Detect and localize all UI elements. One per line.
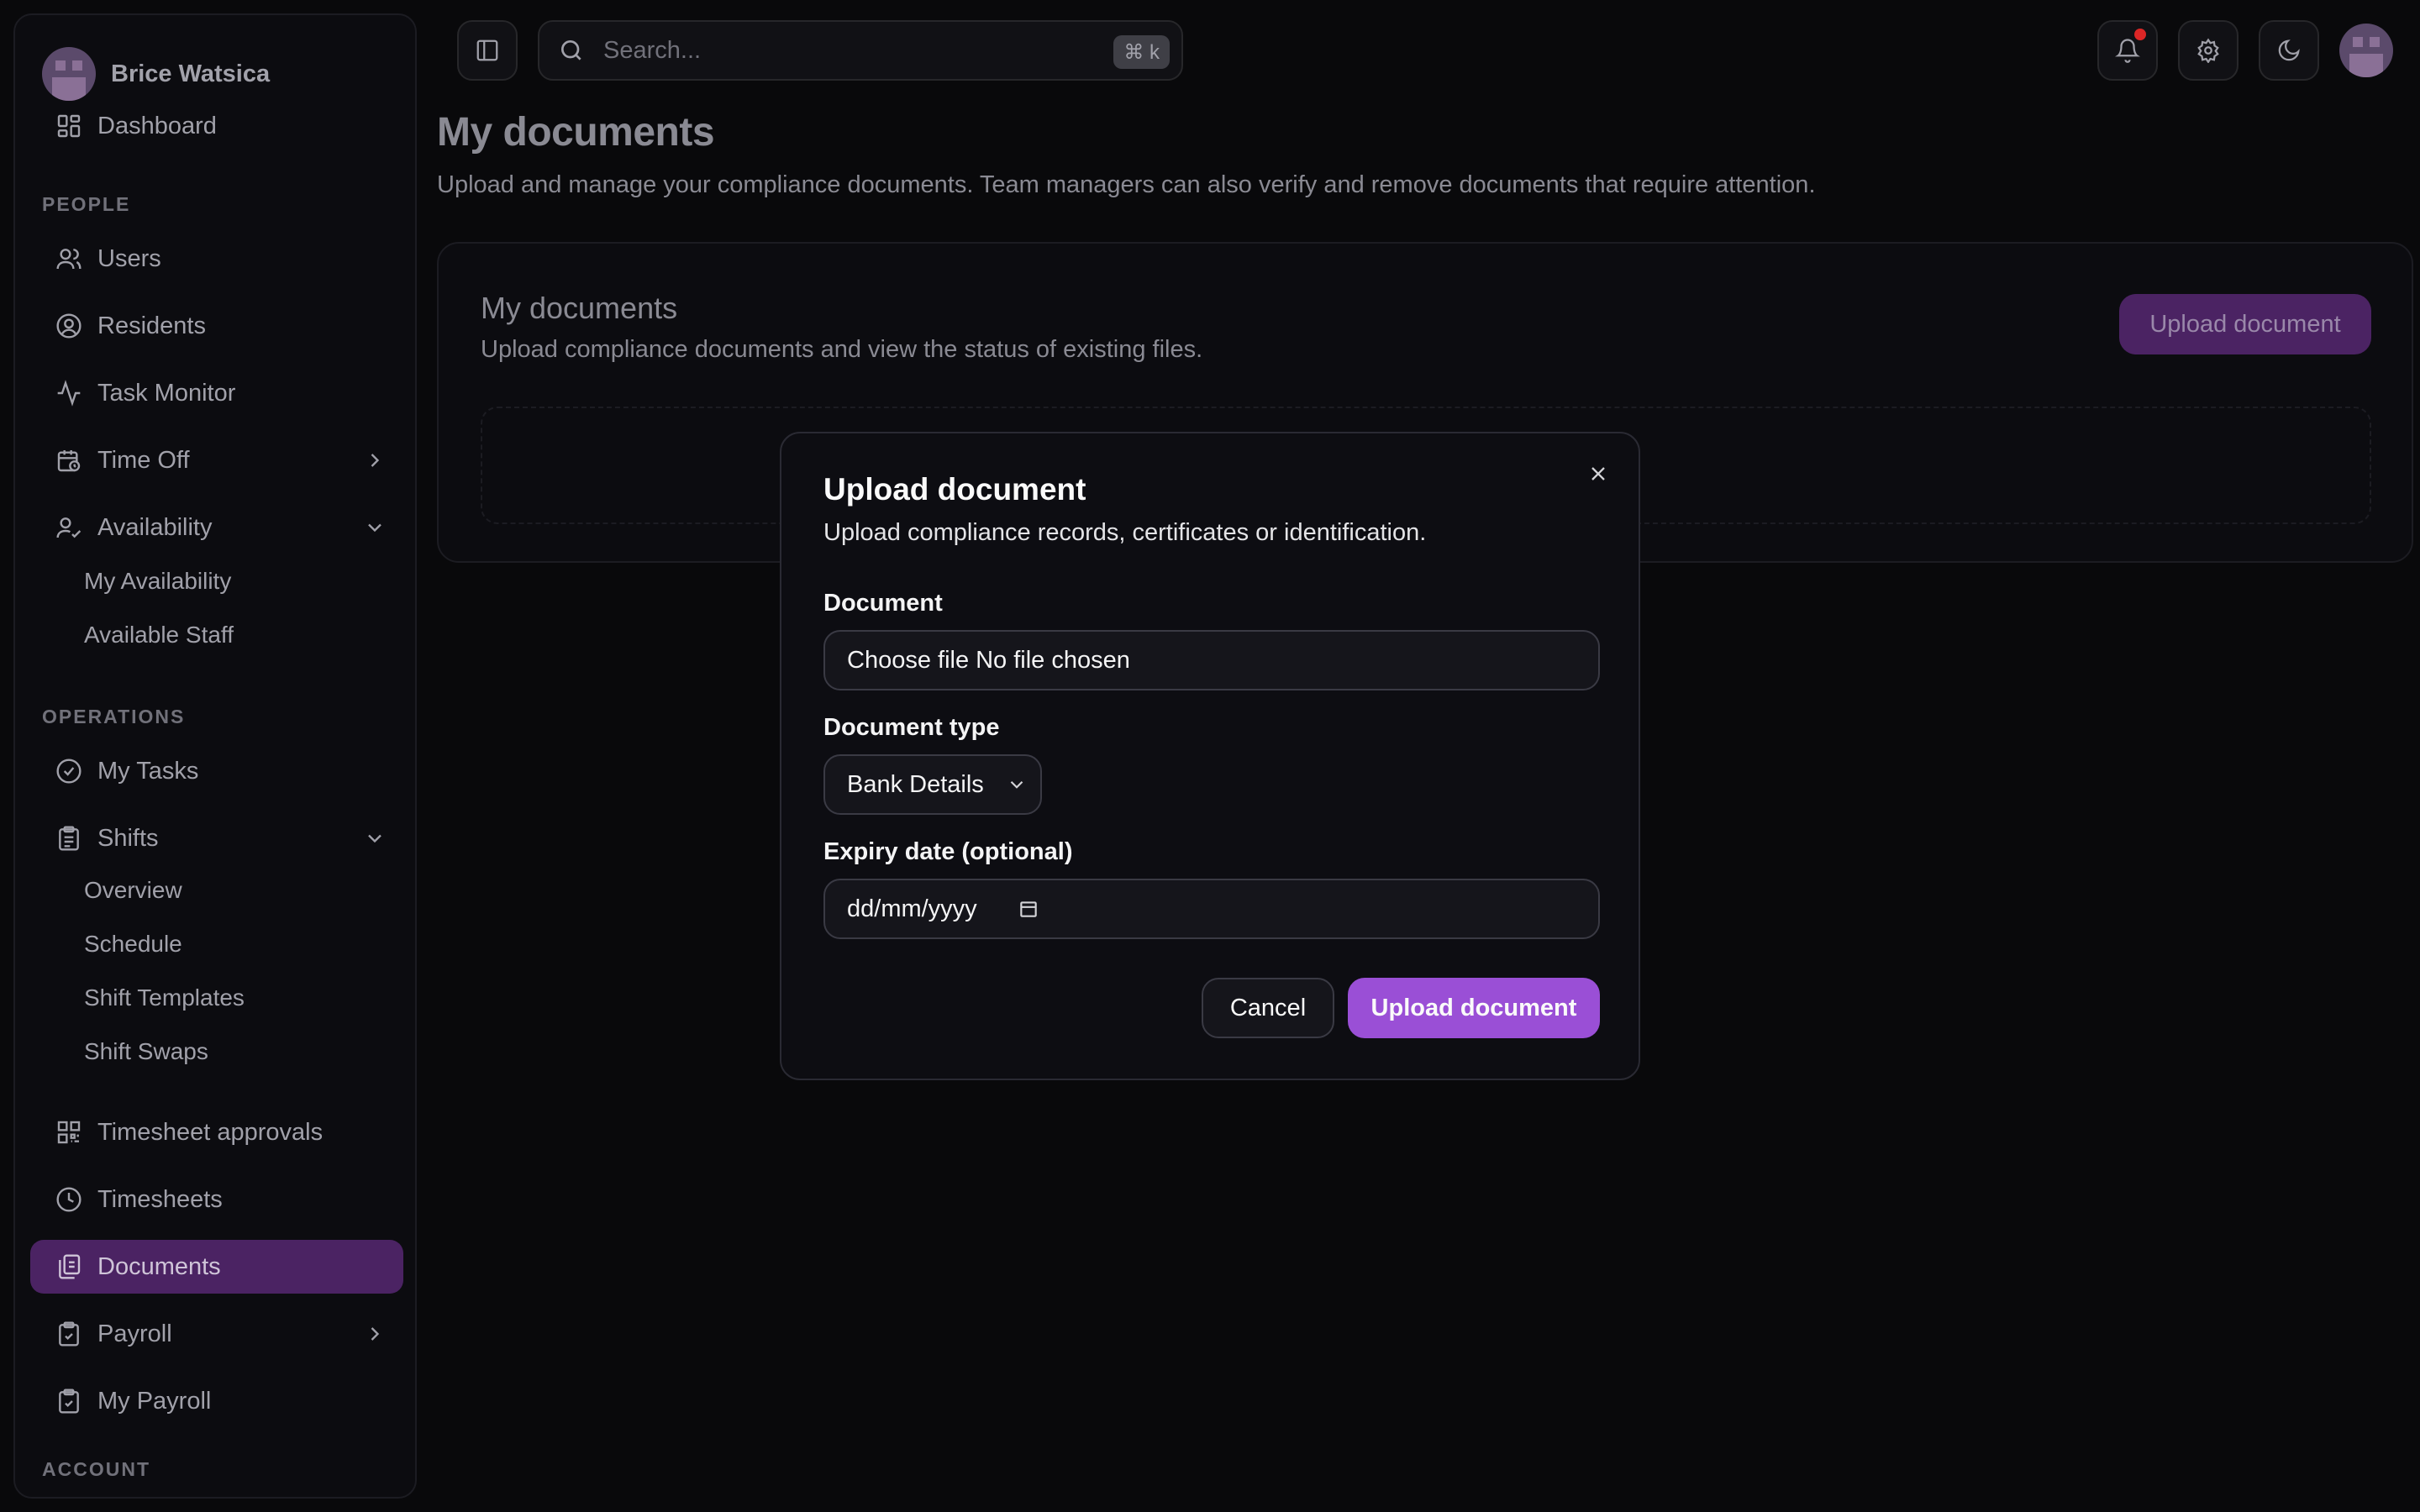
choose-file-button[interactable]: Choose file xyxy=(847,647,969,675)
clipboard-list-icon xyxy=(59,826,79,851)
sidebar-item-label: Payroll xyxy=(97,1320,172,1347)
search-icon xyxy=(561,40,581,60)
file-status: No file chosen xyxy=(976,646,1130,674)
chevron-right-icon xyxy=(371,454,380,467)
notification-dot xyxy=(2134,29,2146,40)
sidebar-item-label: Residents xyxy=(97,312,206,339)
search-shortcut: ⌘ k xyxy=(1113,35,1170,69)
sidebar-item-time-off[interactable]: Time Off xyxy=(30,433,403,487)
search-placeholder: Search... xyxy=(603,36,702,64)
expiry-date-placeholder: dd/mm/yyyy xyxy=(847,895,977,922)
upload-document-button[interactable]: Upload document xyxy=(2119,294,2371,354)
user-name: Brice Watsica xyxy=(111,60,271,87)
sidebar-item-label: My Tasks xyxy=(97,757,199,785)
sidebar-item-label: Dashboard xyxy=(97,112,217,139)
card-subtitle: Upload compliance documents and view the… xyxy=(481,336,1203,363)
close-button[interactable] xyxy=(1583,459,1613,489)
cancel-button[interactable]: Cancel xyxy=(1202,978,1334,1038)
app-root: Brice Watsica Dashboard PEOPLE Users Res… xyxy=(0,0,2420,1512)
user-profile[interactable]: Brice Watsica xyxy=(42,47,270,101)
qr-code-icon xyxy=(57,1121,81,1144)
sidebar-item-my-tasks[interactable]: My Tasks xyxy=(30,744,403,798)
sidebar-item-residents[interactable]: Residents xyxy=(30,299,403,353)
sidebar-item-label: Users xyxy=(97,244,161,272)
document-type-select[interactable]: Bank Details xyxy=(823,754,1042,815)
document-label: Document xyxy=(823,590,943,617)
sidebar-item-shifts[interactable]: Shifts xyxy=(30,811,403,865)
sidebar-item-users[interactable]: Users xyxy=(30,232,403,286)
sidebar-item-payroll[interactable]: Payroll xyxy=(30,1307,403,1361)
activity-icon xyxy=(57,380,81,407)
sidebar-item-label: Time Off xyxy=(97,446,190,474)
close-icon xyxy=(1591,467,1605,480)
notifications-button[interactable] xyxy=(2097,20,2158,81)
dialog-title: Upload document xyxy=(823,472,1086,507)
section-account: ACCOUNT xyxy=(42,1458,150,1480)
expiry-date-label: Expiry date (optional) xyxy=(823,838,1073,865)
moon-icon xyxy=(2278,39,2300,61)
document-type-value: Bank Details xyxy=(847,770,984,798)
chevron-down-icon xyxy=(368,523,381,533)
clipboard-check-icon xyxy=(59,1389,79,1414)
sidebar-item-documents[interactable]: Documents xyxy=(30,1240,403,1294)
submit-upload-button[interactable]: Upload document xyxy=(1348,978,1600,1038)
chevron-down-icon xyxy=(368,834,381,843)
page-title: My documents xyxy=(437,110,715,155)
sidebar-item-label: Availability xyxy=(97,513,213,541)
sidebar-item-label: Task Monitor xyxy=(97,379,236,407)
users-icon xyxy=(56,249,82,270)
user-circle-icon xyxy=(56,313,82,339)
section-operations: OPERATIONS xyxy=(42,706,186,727)
page-subtitle: Upload and manage your compliance docume… xyxy=(437,171,1816,198)
check-circle-icon xyxy=(56,759,82,784)
avatar xyxy=(42,47,96,101)
sidebar-subitem-available-staff[interactable]: Available Staff xyxy=(84,622,234,648)
file-input[interactable]: Choose file No file chosen xyxy=(823,630,1600,690)
sidebar-subitem-overview[interactable]: Overview xyxy=(84,877,182,904)
clock-icon xyxy=(56,1187,82,1212)
dialog-description: Upload compliance records, certificates … xyxy=(823,519,1427,546)
sidebar-subitem-shift-swaps[interactable]: Shift Swaps xyxy=(84,1038,208,1065)
bell-icon xyxy=(2115,39,2140,63)
chevron-down-icon xyxy=(1010,780,1023,789)
theme-toggle-button[interactable] xyxy=(2259,20,2319,81)
sidebar-item-label: Shifts xyxy=(97,824,159,852)
user-avatar-button[interactable] xyxy=(2339,24,2393,77)
sidebar-item-label: Timesheets xyxy=(97,1185,223,1213)
sidebar-item-availability[interactable]: Availability xyxy=(30,501,403,554)
sidebar-item-timesheet-approvals[interactable]: Timesheet approvals xyxy=(30,1105,403,1159)
card-title: My documents xyxy=(481,291,678,325)
sidebar-item-label: Documents xyxy=(97,1252,221,1280)
settings-button[interactable] xyxy=(2178,20,2238,81)
toggle-sidebar-button[interactable] xyxy=(457,20,518,81)
upload-document-dialog: Upload document Upload compliance record… xyxy=(780,432,1640,1080)
sidebar-toggle-icon xyxy=(476,39,498,61)
section-people: PEOPLE xyxy=(42,193,131,215)
document-type-label: Document type xyxy=(823,714,1000,741)
expiry-date-input[interactable]: dd/mm/yyyy xyxy=(823,879,1600,939)
sidebar-subitem-shift-templates[interactable]: Shift Templates xyxy=(84,984,245,1011)
sidebar-item-my-payroll[interactable]: My Payroll xyxy=(30,1374,403,1428)
sidebar-item-timesheets[interactable]: Timesheets xyxy=(30,1173,403,1226)
dashboard-icon xyxy=(57,114,81,138)
gear-icon xyxy=(2197,38,2219,63)
user-check-icon xyxy=(56,517,82,538)
sidebar-subitem-schedule[interactable]: Schedule xyxy=(84,931,182,958)
sidebar-item-task-monitor[interactable]: Task Monitor xyxy=(30,366,403,420)
clipboard-check-icon xyxy=(59,1321,79,1347)
sidebar-item-label: My Payroll xyxy=(97,1387,212,1415)
calendar-clock-icon xyxy=(57,450,81,472)
sidebar-item-dashboard[interactable]: Dashboard xyxy=(30,99,403,153)
sidebar: Brice Watsica Dashboard PEOPLE Users Res… xyxy=(13,13,417,1499)
documents-icon xyxy=(59,1254,81,1279)
search-input[interactable]: Search... ⌘ k xyxy=(538,20,1183,81)
calendar-icon[interactable] xyxy=(1018,898,1039,920)
sidebar-subitem-my-availability[interactable]: My Availability xyxy=(84,568,231,595)
sidebar-item-label: Timesheet approvals xyxy=(97,1118,324,1146)
chevron-right-icon xyxy=(371,1327,380,1341)
